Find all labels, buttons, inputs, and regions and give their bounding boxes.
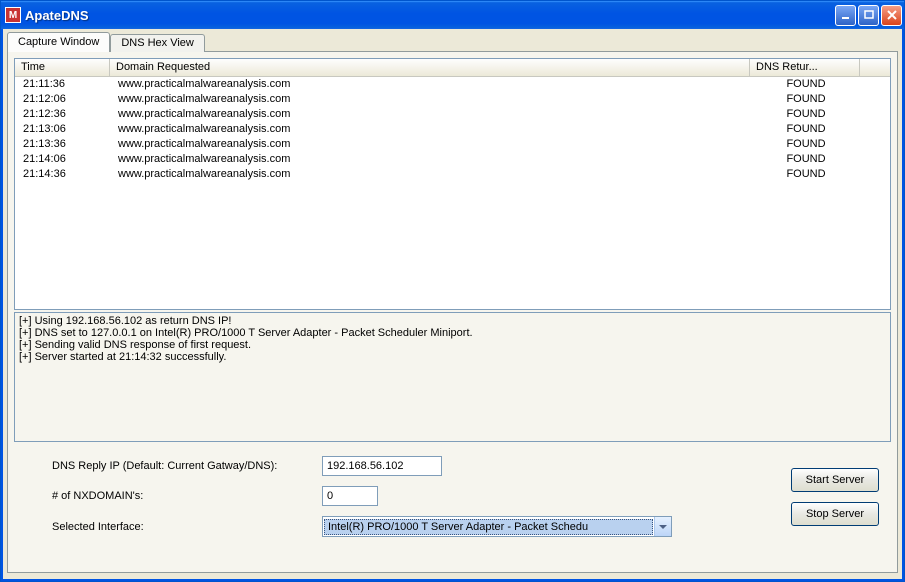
table-row[interactable]: 21:12:36www.practicalmalwareanalysis.com… — [15, 107, 890, 122]
cell-return: FOUND — [750, 107, 860, 121]
maximize-button[interactable] — [858, 5, 879, 26]
table-row[interactable]: 21:12:06www.practicalmalwareanalysis.com… — [15, 92, 890, 107]
reply-ip-label: DNS Reply IP (Default: Current Gatway/DN… — [22, 460, 322, 472]
form-area: DNS Reply IP (Default: Current Gatway/DN… — [14, 456, 891, 537]
cell-time: 21:12:36 — [15, 107, 110, 121]
cell-domain: www.practicalmalwareanalysis.com — [110, 77, 750, 91]
cell-domain: www.practicalmalwareanalysis.com — [110, 152, 750, 166]
cell-return: FOUND — [750, 152, 860, 166]
table-row[interactable]: 21:14:36www.practicalmalwareanalysis.com… — [15, 167, 890, 182]
cell-time: 21:12:06 — [15, 92, 110, 106]
cell-domain: www.practicalmalwareanalysis.com — [110, 92, 750, 106]
nxdomain-label: # of NXDOMAIN's: — [22, 490, 322, 502]
reply-ip-input[interactable] — [322, 456, 442, 476]
cell-return: FOUND — [750, 92, 860, 106]
col-header-pad — [860, 59, 890, 76]
table-row[interactable]: 21:11:36www.practicalmalwareanalysis.com… — [15, 77, 890, 92]
cell-domain: www.practicalmalwareanalysis.com — [110, 122, 750, 136]
cell-domain: www.practicalmalwareanalysis.com — [110, 107, 750, 121]
table-row[interactable]: 21:13:36www.practicalmalwareanalysis.com… — [15, 137, 890, 152]
client-area: Capture Window DNS Hex View Time Domain … — [1, 29, 904, 581]
dns-capture-list[interactable]: Time Domain Requested DNS Retur... 21:11… — [14, 58, 891, 310]
interface-combobox[interactable]: Intel(R) PRO/1000 T Server Adapter - Pac… — [322, 516, 672, 537]
cell-time: 21:11:36 — [15, 77, 110, 91]
cell-domain: www.practicalmalwareanalysis.com — [110, 137, 750, 151]
tab-body: Time Domain Requested DNS Retur... 21:11… — [7, 51, 898, 573]
cell-time: 21:14:36 — [15, 167, 110, 181]
table-row[interactable]: 21:13:06www.practicalmalwareanalysis.com… — [15, 122, 890, 137]
cell-return: FOUND — [750, 167, 860, 181]
cell-time: 21:13:36 — [15, 137, 110, 151]
list-header: Time Domain Requested DNS Retur... — [15, 59, 890, 77]
app-icon: M — [5, 7, 21, 23]
cell-return: FOUND — [750, 137, 860, 151]
start-server-button[interactable]: Start Server — [791, 468, 879, 492]
col-header-domain[interactable]: Domain Requested — [110, 59, 750, 76]
titlebar[interactable]: M ApateDNS — [1, 1, 904, 29]
interface-selected: Intel(R) PRO/1000 T Server Adapter - Pac… — [324, 519, 653, 535]
tab-dns-hex-view[interactable]: DNS Hex View — [110, 34, 205, 52]
col-header-return[interactable]: DNS Retur... — [750, 59, 860, 76]
minimize-button[interactable] — [835, 5, 856, 26]
table-row[interactable]: 21:14:06www.practicalmalwareanalysis.com… — [15, 152, 890, 167]
col-header-time[interactable]: Time — [15, 59, 110, 76]
cell-return: FOUND — [750, 77, 860, 91]
app-window: M ApateDNS Capture Window DNS Hex View T… — [0, 0, 905, 582]
close-button[interactable] — [881, 5, 902, 26]
chevron-down-icon[interactable] — [654, 517, 671, 536]
tab-capture-window[interactable]: Capture Window — [7, 32, 110, 52]
cell-time: 21:13:06 — [15, 122, 110, 136]
window-title: ApateDNS — [25, 8, 835, 23]
interface-label: Selected Interface: — [22, 521, 322, 533]
stop-server-button[interactable]: Stop Server — [791, 502, 879, 526]
nxdomain-input[interactable] — [322, 486, 378, 506]
tab-bar: Capture Window DNS Hex View — [7, 32, 898, 52]
cell-return: FOUND — [750, 122, 860, 136]
log-panel[interactable]: [+] Using 192.168.56.102 as return DNS I… — [14, 312, 891, 442]
cell-time: 21:14:06 — [15, 152, 110, 166]
cell-domain: www.practicalmalwareanalysis.com — [110, 167, 750, 181]
